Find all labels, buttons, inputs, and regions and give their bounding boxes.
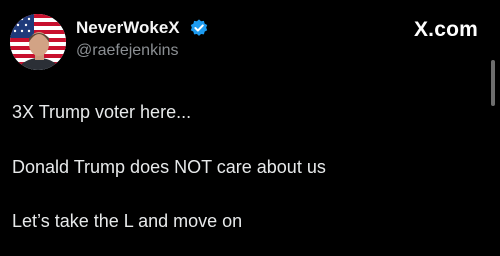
profile-photo-icon [10, 14, 66, 70]
post-text-line: Let’s take the L and move on [12, 211, 243, 231]
post-text-line: Donald Trump does NOT care about us [12, 157, 326, 177]
x-logo-label: X.com [413, 18, 478, 41]
post-card: NeverWokeX @raefejenkins X.com 3X Trump … [0, 0, 500, 256]
post-text-line: 3X Trump voter here... [12, 102, 192, 122]
display-name[interactable]: NeverWokeX [76, 18, 180, 38]
verified-badge-icon [189, 18, 209, 38]
scrollbar[interactable] [491, 60, 495, 106]
user-handle[interactable]: @raefejenkins [76, 41, 179, 61]
avatar[interactable] [10, 14, 66, 70]
